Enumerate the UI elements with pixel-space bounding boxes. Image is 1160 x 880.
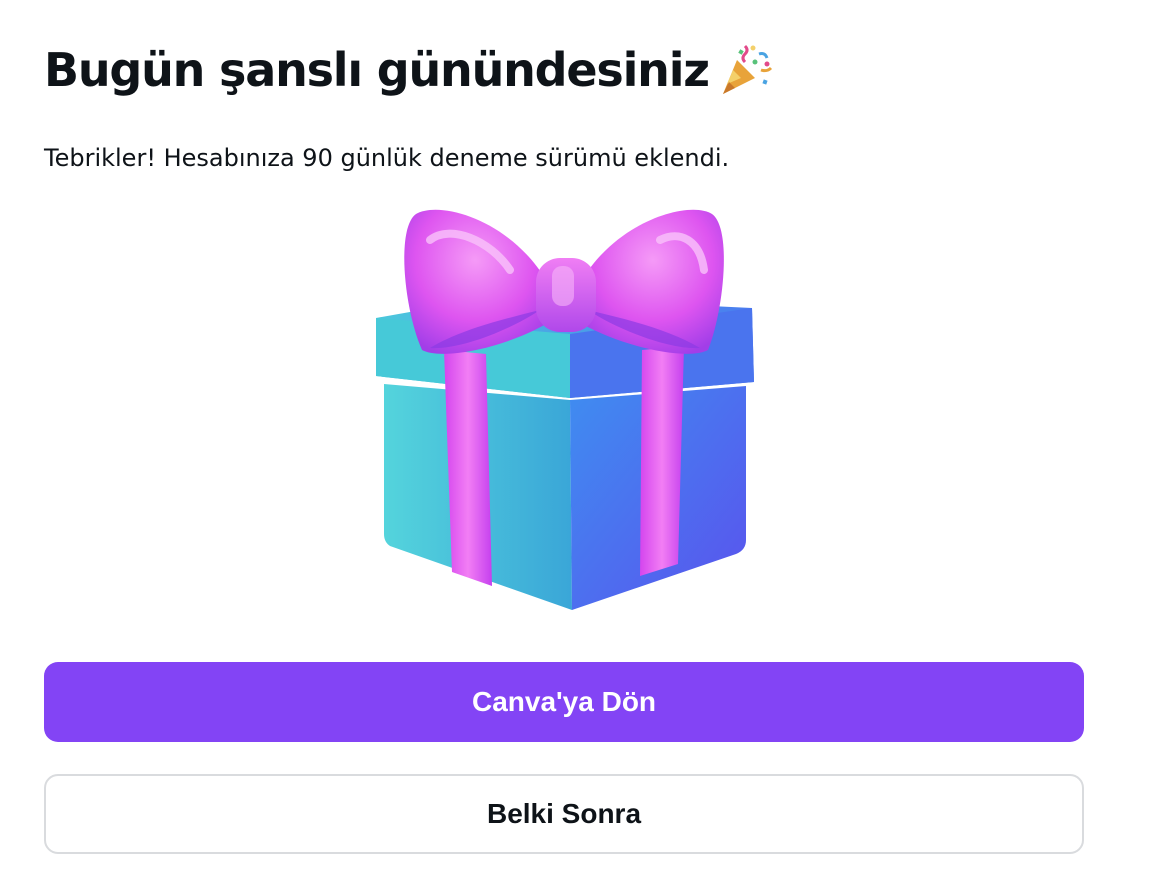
dialog-title: Bugün şanslı günündesiniz: [44, 43, 710, 97]
gift-box-icon: [360, 200, 770, 620]
maybe-later-button[interactable]: Belki Sonra: [44, 774, 1084, 854]
lucky-day-dialog: Bugün şanslı günündesiniz Tebrikler! Hes…: [0, 0, 1160, 880]
party-popper-icon: [715, 40, 775, 100]
dialog-message: Tebrikler! Hesabınıza 90 günlük deneme s…: [44, 144, 730, 172]
back-to-canva-button[interactable]: Canva'ya Dön: [44, 662, 1084, 742]
title-row: Bugün şanslı günündesiniz: [44, 38, 775, 102]
